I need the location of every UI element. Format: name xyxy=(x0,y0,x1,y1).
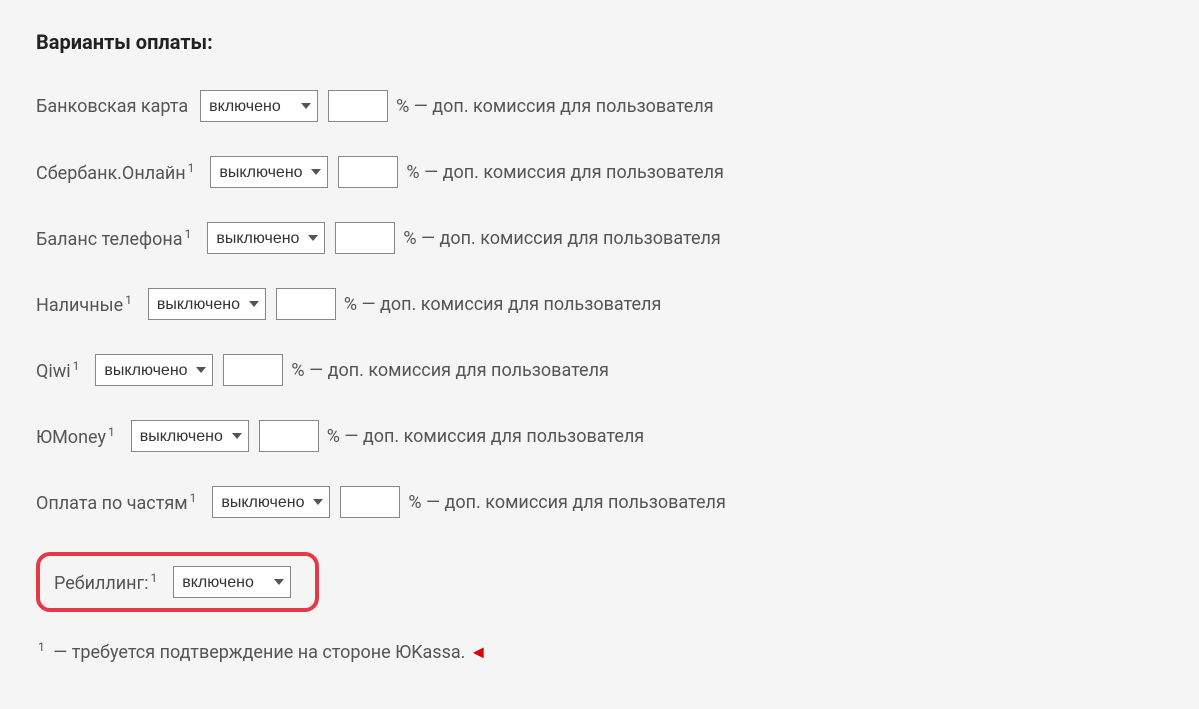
commission-suffix: % — доп. комиссия для пользователя xyxy=(344,294,661,315)
payment-label: Наличные1 xyxy=(36,293,136,316)
payment-status-select[interactable]: включеновыключено xyxy=(212,486,330,518)
commission-suffix: % — доп. комиссия для пользователя xyxy=(291,360,608,381)
commission-input[interactable] xyxy=(338,156,398,188)
payment-status-select[interactable]: включеновыключено xyxy=(148,288,266,320)
footnote-ref: 1 xyxy=(185,227,192,241)
rebilling-label: Ребиллинг:1 xyxy=(54,571,161,594)
footnote-ref: 1 xyxy=(190,491,197,505)
payment-status-select[interactable]: включеновыключено xyxy=(200,90,318,122)
footnote-ref: 1 xyxy=(108,425,115,439)
commission-input[interactable] xyxy=(223,354,283,386)
payment-label: ЮMoney1 xyxy=(36,425,119,448)
rebilling-highlight: Ребиллинг:1 включено выключено xyxy=(36,552,319,612)
payment-status-select[interactable]: включеновыключено xyxy=(210,156,328,188)
commission-input[interactable] xyxy=(259,420,319,452)
payment-row: Сбербанк.Онлайн1 включеновыключено % — доп… xyxy=(36,156,1163,188)
payment-status-select[interactable]: включеновыключено xyxy=(131,420,249,452)
commission-suffix: % — доп. комиссия для пользователя xyxy=(327,426,644,447)
commission-input[interactable] xyxy=(335,222,395,254)
payment-label: Банковская карта xyxy=(36,96,188,117)
payment-row: Оплата по частям1 включеновыключено % — до… xyxy=(36,486,1163,518)
payment-status-select[interactable]: включеновыключено xyxy=(207,222,325,254)
payment-row: Qiwi1 включеновыключено % — доп. комиссия … xyxy=(36,354,1163,386)
footnote-dot: ◄ xyxy=(469,642,487,663)
footnote: 1 — требуется подтверждение на стороне Ю… xyxy=(36,640,1163,663)
commission-suffix: % — доп. комиссия для пользователя xyxy=(408,492,725,513)
commission-suffix: % — доп. комиссия для пользователя xyxy=(403,228,720,249)
payment-status-select[interactable]: включеновыключено xyxy=(95,354,213,386)
section-title: Варианты оплаты: xyxy=(36,30,1163,54)
commission-input[interactable] xyxy=(276,288,336,320)
payment-label: Баланс телефона1 xyxy=(36,227,195,250)
footnote-ref: 1 xyxy=(73,359,80,373)
commission-input[interactable] xyxy=(340,486,400,518)
payment-row: ЮMoney1 включеновыключено % — доп. комисси… xyxy=(36,420,1163,452)
payment-row: Банковская карта включеновыключено % — доп… xyxy=(36,90,1163,122)
payment-label: Сбербанк.Онлайн1 xyxy=(36,161,198,184)
commission-suffix: % — доп. комиссия для пользователя xyxy=(406,162,723,183)
payment-label: Оплата по частям1 xyxy=(36,491,200,514)
rebilling-select[interactable]: включено выключено xyxy=(173,566,291,598)
footnote-ref: 1 xyxy=(188,161,195,175)
payment-row: Наличные1 включеновыключено % — доп. комис… xyxy=(36,288,1163,320)
commission-suffix: % — доп. комиссия для пользователя xyxy=(396,96,713,117)
payment-row: Баланс телефона1 включеновыключено % — доп… xyxy=(36,222,1163,254)
footnote-ref: 1 xyxy=(125,293,132,307)
footnote-ref: 1 xyxy=(150,571,157,585)
commission-input[interactable] xyxy=(328,90,388,122)
payment-label: Qiwi1 xyxy=(36,359,83,382)
